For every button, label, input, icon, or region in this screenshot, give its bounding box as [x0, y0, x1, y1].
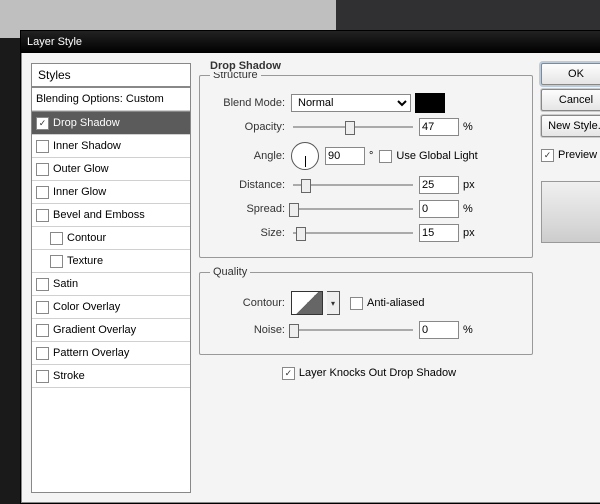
opacity-label: Opacity:	[210, 121, 291, 133]
knockout-label: Layer Knocks Out Drop Shadow	[299, 367, 456, 379]
angle-label: Angle:	[210, 150, 291, 162]
style-label: Satin	[53, 278, 78, 290]
noise-label: Noise:	[210, 324, 291, 336]
distance-label: Distance:	[210, 179, 291, 191]
quality-legend: Quality	[210, 266, 250, 278]
style-checkbox[interactable]	[36, 278, 49, 291]
style-label: Texture	[67, 255, 103, 267]
opacity-slider[interactable]	[293, 120, 413, 134]
knockout-checkbox[interactable]	[282, 367, 295, 380]
angle-input[interactable]	[325, 147, 365, 165]
panel-title: Drop Shadow	[207, 60, 284, 72]
noise-slider[interactable]	[293, 323, 413, 337]
dialog-buttons: OK Cancel New Style.. Preview	[541, 63, 600, 493]
size-unit: px	[463, 227, 475, 239]
style-label: Gradient Overlay	[53, 324, 136, 336]
style-row-texture[interactable]: Texture	[32, 250, 190, 273]
noise-input[interactable]	[419, 321, 459, 339]
ok-button[interactable]: OK	[541, 63, 600, 85]
anti-aliased[interactable]: Anti-aliased	[350, 297, 424, 310]
style-checkbox[interactable]	[36, 117, 49, 130]
style-checkbox[interactable]	[36, 140, 49, 153]
angle-dial[interactable]	[291, 142, 319, 170]
distance-slider[interactable]	[293, 178, 413, 192]
use-global-light[interactable]: Use Global Light	[379, 150, 477, 163]
style-checkbox[interactable]	[36, 324, 49, 337]
preview-thumbnail	[541, 181, 600, 243]
size-slider[interactable]	[293, 226, 413, 240]
style-checkbox[interactable]	[36, 370, 49, 383]
aa-checkbox[interactable]	[350, 297, 363, 310]
style-checkbox[interactable]	[36, 347, 49, 360]
spread-label: Spread:	[210, 203, 291, 215]
style-label: Outer Glow	[53, 163, 109, 175]
window-title: Layer Style	[27, 36, 82, 48]
global-light-label: Use Global Light	[396, 150, 477, 162]
style-row-contour[interactable]: Contour	[32, 227, 190, 250]
style-row-inner-glow[interactable]: Inner Glow	[32, 181, 190, 204]
style-label: Stroke	[53, 370, 85, 382]
styles-header[interactable]: Styles	[32, 64, 190, 87]
shadow-color-swatch[interactable]	[415, 93, 445, 113]
distance-unit: px	[463, 179, 475, 191]
layer-knocks-out[interactable]: Layer Knocks Out Drop Shadow	[282, 367, 456, 380]
style-checkbox[interactable]	[50, 232, 63, 245]
style-checkbox[interactable]	[36, 186, 49, 199]
quality-group: Quality Contour: Anti-aliased Noise: %	[199, 266, 533, 355]
spread-input[interactable]	[419, 200, 459, 218]
style-row-pattern-overlay[interactable]: Pattern Overlay	[32, 342, 190, 365]
contour-dropdown[interactable]	[327, 291, 340, 315]
style-checkbox[interactable]	[36, 301, 49, 314]
blend-mode-label: Blend Mode:	[210, 97, 291, 109]
style-row-gradient-overlay[interactable]: Gradient Overlay	[32, 319, 190, 342]
spread-unit: %	[463, 203, 473, 215]
contour-picker[interactable]	[291, 291, 323, 315]
angle-unit: °	[369, 150, 373, 162]
contour-label: Contour:	[210, 297, 291, 309]
layer-style-dialog: Layer Style Styles Blending Options: Cus…	[20, 30, 600, 504]
noise-unit: %	[463, 324, 473, 336]
blending-options-row[interactable]: Blending Options: Custom	[32, 87, 190, 111]
style-checkbox[interactable]	[36, 163, 49, 176]
style-row-drop-shadow[interactable]: Drop Shadow	[32, 111, 190, 135]
style-label: Bevel and Emboss	[53, 209, 145, 221]
style-label: Inner Shadow	[53, 140, 121, 152]
settings-panel: Drop Shadow Structure Blend Mode: Normal…	[199, 63, 533, 493]
style-row-outer-glow[interactable]: Outer Glow	[32, 158, 190, 181]
opacity-unit: %	[463, 121, 473, 133]
titlebar: Layer Style	[21, 31, 600, 53]
style-row-inner-shadow[interactable]: Inner Shadow	[32, 135, 190, 158]
preview-checkbox[interactable]	[541, 149, 554, 162]
size-input[interactable]	[419, 224, 459, 242]
spread-slider[interactable]	[293, 202, 413, 216]
cancel-button[interactable]: Cancel	[541, 89, 600, 111]
style-label: Pattern Overlay	[53, 347, 129, 359]
aa-label: Anti-aliased	[367, 297, 424, 309]
style-label: Color Overlay	[53, 301, 120, 313]
styles-list: Styles Blending Options: Custom Drop Sha…	[31, 63, 191, 493]
style-checkbox[interactable]	[36, 209, 49, 222]
size-label: Size:	[210, 227, 291, 239]
style-label: Inner Glow	[53, 186, 106, 198]
structure-group: Structure Blend Mode: Normal Opacity: % …	[199, 69, 533, 258]
new-style-button[interactable]: New Style..	[541, 115, 600, 137]
preview-label: Preview	[558, 149, 597, 161]
style-row-satin[interactable]: Satin	[32, 273, 190, 296]
opacity-input[interactable]	[419, 118, 459, 136]
style-row-color-overlay[interactable]: Color Overlay	[32, 296, 190, 319]
style-row-bevel-and-emboss[interactable]: Bevel and Emboss	[32, 204, 190, 227]
style-label: Contour	[67, 232, 106, 244]
blend-mode-select[interactable]: Normal	[291, 94, 411, 112]
style-row-stroke[interactable]: Stroke	[32, 365, 190, 388]
style-checkbox[interactable]	[50, 255, 63, 268]
blending-options-label: Blending Options: Custom	[36, 93, 164, 105]
distance-input[interactable]	[419, 176, 459, 194]
style-label: Drop Shadow	[53, 117, 120, 129]
global-light-checkbox[interactable]	[379, 150, 392, 163]
